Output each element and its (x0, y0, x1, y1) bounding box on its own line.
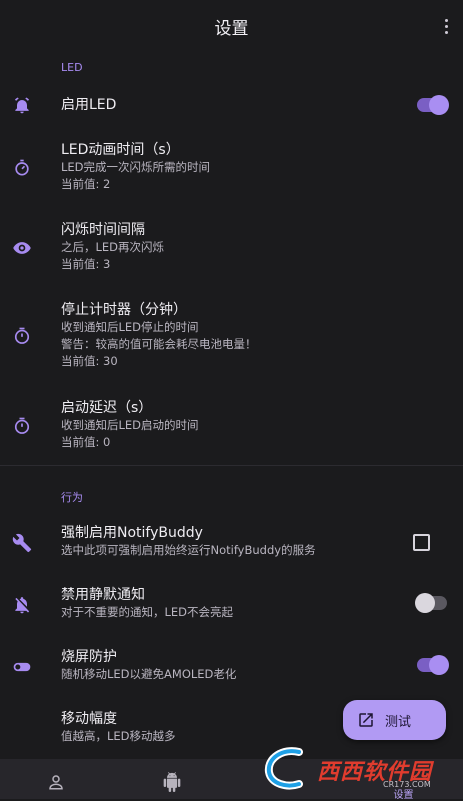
setting-description: 之后，LED再次闪烁 (61, 240, 165, 254)
nav-item-apps[interactable] (114, 759, 228, 799)
section-header-behavior: 行为 (61, 491, 83, 504)
force-enable-checkbox[interactable] (413, 534, 430, 551)
setting-enable-led[interactable]: 启用LED (0, 88, 463, 122)
watermark-url: CR173.COM (383, 780, 431, 789)
eye-icon (11, 237, 33, 259)
setting-stop-timer[interactable]: 停止计时器（分钟） 收到通知后LED停止的时间 警告：较高的值可能会耗尽电池电量… (0, 300, 463, 372)
person-icon (47, 773, 65, 795)
setting-description: 对于不重要的通知，LED不会亮起 (61, 605, 234, 619)
setting-title: 闪烁时间间隔 (61, 222, 145, 238)
toggle-icon (11, 656, 33, 678)
setting-title: 烧屏防护 (61, 649, 117, 665)
enable-led-switch[interactable] (417, 95, 449, 115)
notifications-off-icon (11, 594, 33, 616)
test-fab-button[interactable]: 测试 (343, 700, 446, 740)
setting-current-value: 当前值: 0 (61, 435, 111, 449)
wrench-icon (11, 532, 33, 554)
setting-burn-in-protection[interactable]: 烧屏防护 随机移动LED以避免AMOLED老化 (0, 648, 463, 686)
stopwatch-icon (11, 325, 33, 347)
setting-title: 启用LED (61, 97, 117, 113)
android-icon (162, 772, 182, 796)
setting-led-anim-time[interactable]: LED动画时间（s） LED完成一次闪烁所需的时间 当前值: 2 (0, 140, 463, 196)
setting-description: 收到通知后LED启动的时间 (61, 418, 199, 432)
burn-in-switch[interactable] (417, 655, 449, 675)
setting-current-value: 当前值: 3 (61, 257, 111, 271)
setting-title: 强制启用NotifyBuddy (61, 525, 203, 541)
fab-label: 测试 (385, 715, 412, 730)
setting-description: LED完成一次闪烁所需的时间 (61, 160, 211, 174)
more-vert-icon[interactable] (437, 14, 455, 38)
setting-title: 启动延迟（s） (61, 400, 153, 416)
section-header-led: LED (61, 61, 83, 74)
setting-blink-interval[interactable]: 闪烁时间间隔 之后，LED再次闪烁 当前值: 3 (0, 220, 463, 276)
setting-current-value: 当前值: 2 (61, 177, 111, 191)
timer-icon (11, 157, 33, 179)
watermark-emblem-icon (264, 747, 303, 790)
setting-title: 禁用静默通知 (61, 587, 145, 603)
setting-title: 停止计时器（分钟） (61, 302, 187, 318)
section-divider (0, 465, 463, 466)
setting-force-enable[interactable]: 强制启用NotifyBuddy 选中此项可强制启用始终运行NotifyBuddy… (0, 524, 463, 562)
watermark-logo: 西西软件园 CR173.COM (263, 746, 453, 792)
setting-description: 随机移动LED以避免AMOLED老化 (61, 667, 237, 681)
page-title: 设置 (214, 19, 249, 39)
setting-description: 选中此项可强制启用始终运行NotifyBuddy的服务 (61, 543, 316, 557)
disable-silent-switch[interactable] (415, 593, 447, 613)
open-in-new-icon (357, 711, 375, 729)
setting-start-delay[interactable]: 启动延迟（s） 收到通知后LED启动的时间 当前值: 0 (0, 398, 463, 454)
setting-disable-silent[interactable]: 禁用静默通知 对于不重要的通知，LED不会亮起 (0, 586, 463, 624)
setting-warning: 警告：较高的值可能会耗尽电池电量！ (61, 337, 257, 351)
setting-current-value: 当前值: 30 (61, 354, 118, 368)
setting-description: 收到通知后LED停止的时间 (61, 320, 199, 334)
alarm-icon (11, 94, 33, 116)
app-bar: 设置 (0, 0, 463, 52)
nav-item-profile[interactable] (0, 759, 114, 799)
setting-title: LED动画时间（s） (61, 142, 180, 158)
stopwatch-icon (11, 415, 33, 437)
